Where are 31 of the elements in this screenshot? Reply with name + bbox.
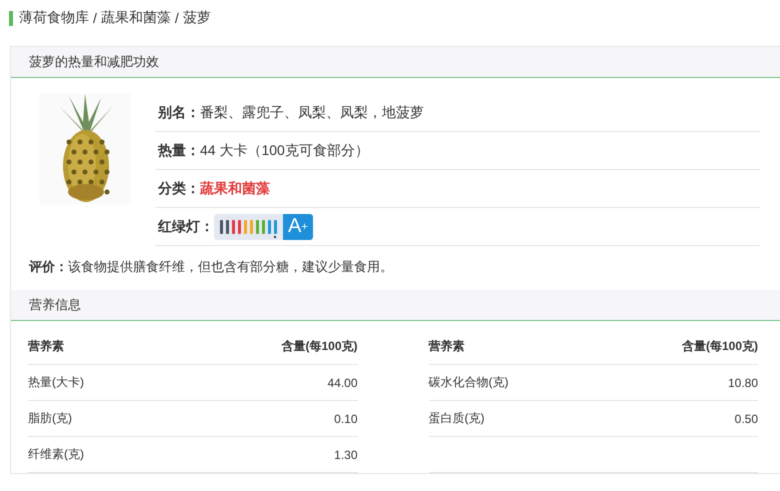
breadcrumb-link[interactable]: 菠萝 [182, 9, 211, 27]
category-link[interactable]: 蔬果和菌藻 [200, 180, 270, 198]
section-title: 营养信息 [29, 296, 81, 314]
table-cell: 纤维素(克) [28, 446, 84, 463]
section-title: 菠萝的热量和减肥功效 [29, 53, 159, 71]
info-label: 红绿灯： [158, 218, 214, 236]
table-cell: 碳水化合物(克) [428, 374, 508, 391]
table-cell: 1.30 [334, 448, 358, 462]
info-value: 番梨、露兜子、凤梨、凤梨，地菠萝 [200, 104, 424, 122]
table-cell: 脂肪(克) [28, 410, 72, 427]
column-header: 营养素 [428, 338, 464, 355]
column-header: 营养素 [28, 338, 64, 355]
info-label: 热量： [158, 142, 200, 160]
table-cell: 0.50 [734, 412, 758, 426]
breadcrumb-separator: / [93, 10, 97, 26]
table-cell: 10.80 [728, 376, 758, 390]
breadcrumb-separator: / [174, 10, 179, 26]
rating-scale-drawing [214, 214, 283, 240]
table-cell: 44.00 [327, 376, 358, 390]
info-label: 分类： [158, 180, 200, 198]
info-value: 44 大卡（100克可食部分） [200, 142, 369, 160]
breadcrumb-link[interactable]: 薄荷食物库 [19, 9, 89, 27]
column-header: 含量(每100克) [281, 338, 358, 355]
evaluation-text: 评价：该食物提供膳食纤维，但也含有部分糖，建议少量食用。 [29, 259, 393, 274]
breadcrumb-link[interactable]: 蔬果和菌藻 [100, 9, 171, 27]
info-label: 别名： [158, 104, 200, 122]
table-cell: 热量(大卡) [28, 374, 84, 391]
grade-badge: A$^{+}$ [283, 214, 313, 240]
column-header: 含量(每100克) [682, 338, 758, 355]
table-cell: 蛋白质(克) [428, 410, 484, 427]
table-cell: 0.10 [334, 412, 358, 426]
